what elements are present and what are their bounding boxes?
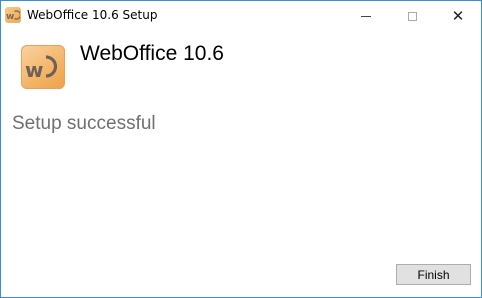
- app-title: WebOffice 10.6: [80, 42, 224, 65]
- close-button[interactable]: ✕: [435, 1, 481, 31]
- close-icon: ✕: [451, 6, 465, 25]
- title-bar[interactable]: w WebOffice 10.6 Setup ✕: [1, 1, 481, 31]
- maximize-icon: [407, 11, 417, 21]
- minimize-icon: [361, 15, 371, 17]
- setup-window: w WebOffice 10.6 Setup ✕ w WebOffice 10.…: [0, 0, 482, 298]
- svg-text:w: w: [6, 12, 14, 21]
- window-title: WebOffice 10.6 Setup: [27, 8, 158, 22]
- weboffice-logo-icon: w: [21, 45, 65, 89]
- finish-button[interactable]: Finish: [396, 264, 471, 285]
- weboffice-small-icon: w: [5, 7, 21, 23]
- maximize-button[interactable]: [389, 1, 435, 31]
- minimize-button[interactable]: [343, 1, 389, 31]
- svg-text:w: w: [25, 58, 43, 82]
- status-message: Setup successful: [12, 113, 156, 134]
